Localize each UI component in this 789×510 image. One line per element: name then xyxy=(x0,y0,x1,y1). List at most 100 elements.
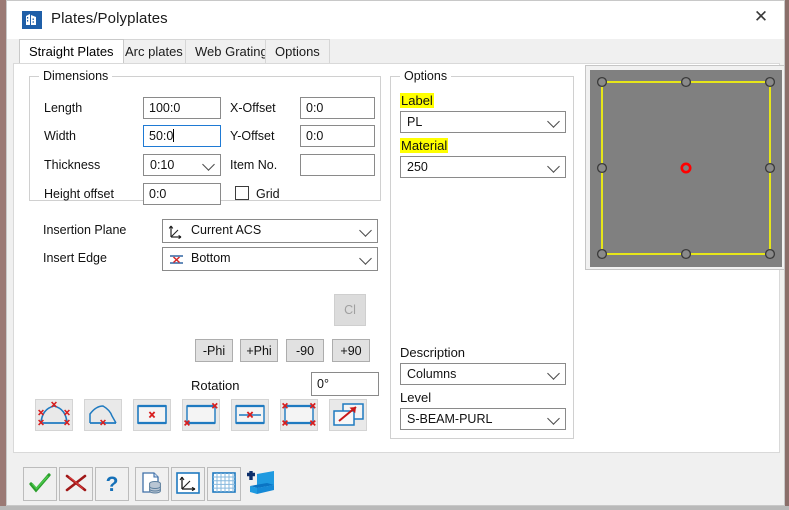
rotation-label: Rotation xyxy=(191,378,240,393)
y-offset-value: 0:0 xyxy=(306,129,324,143)
height-offset-input[interactable]: 0:0 xyxy=(143,183,221,205)
grid-checkbox[interactable] xyxy=(235,186,249,200)
shape-plate-midline-node-icon[interactable] xyxy=(231,399,269,431)
plus-90-button[interactable]: +90 xyxy=(332,339,370,362)
help-button[interactable]: ? xyxy=(95,467,129,501)
width-label: Width xyxy=(44,129,76,143)
chevron-down-icon xyxy=(359,252,372,265)
y-offset-input[interactable]: 0:0 xyxy=(300,125,375,147)
plate-preview-canvas xyxy=(590,70,782,267)
level-value: S-BEAM-PURL xyxy=(407,412,493,426)
grid-label: Grid xyxy=(256,187,280,201)
tab-label: Web Grating xyxy=(195,44,268,59)
item-no-input[interactable] xyxy=(300,154,375,176)
insertion-plane-label: Insertion Plane xyxy=(43,223,127,237)
tab-options[interactable]: Options xyxy=(265,39,330,63)
tab-label: Options xyxy=(275,44,320,59)
ok-button[interactable] xyxy=(23,467,57,501)
thickness-value: 0:10 xyxy=(150,158,175,172)
minus-phi-label: -Phi xyxy=(202,343,226,358)
tab-bar: Straight Plates Arc plates Web Grating O… xyxy=(7,39,784,63)
document-database-icon xyxy=(140,471,164,497)
x-offset-value: 0:0 xyxy=(306,101,324,115)
building-icon xyxy=(22,10,42,30)
window-title: Plates/Polyplates xyxy=(51,10,168,27)
close-button[interactable]: ✕ xyxy=(738,1,784,33)
rotation-input[interactable]: 0° xyxy=(311,372,379,396)
width-input[interactable]: 50:0 xyxy=(143,125,221,147)
insert-edge-select[interactable]: Bottom xyxy=(162,247,378,271)
chevron-down-icon xyxy=(547,115,560,128)
shape-plate-corner-nodes-icon[interactable] xyxy=(182,399,220,431)
blue-question-icon: ? xyxy=(105,472,119,496)
chevron-down-icon xyxy=(202,158,215,171)
tab-web-grating[interactable]: Web Grating xyxy=(185,39,278,63)
shape-plate-all-corner-nodes-icon[interactable] xyxy=(280,399,318,431)
tab-label: Straight Plates xyxy=(29,44,114,59)
insertion-plane-value: Current ACS xyxy=(191,223,262,237)
blue-plate-3d-icon xyxy=(245,469,275,500)
tab-straight-plates[interactable]: Straight Plates xyxy=(19,39,124,63)
thickness-label: Thickness xyxy=(44,158,101,172)
shape-plate-move-copy-icon[interactable] xyxy=(329,399,367,431)
screen: Plates/Polyplates ✕ Straight Plates Arc … xyxy=(0,0,789,510)
acs-button[interactable] xyxy=(171,467,205,501)
length-value: 100:0 xyxy=(149,101,181,115)
plus-90-label: +90 xyxy=(340,343,362,358)
material-value: 250 xyxy=(407,160,428,174)
green-check-icon xyxy=(29,472,51,496)
plates-polyplates-dialog: Plates/Polyplates ✕ Straight Plates Arc … xyxy=(6,0,785,506)
label-select[interactable]: PL xyxy=(400,111,566,133)
plus-phi-button[interactable]: +Phi xyxy=(240,339,278,362)
grid-table-icon xyxy=(212,472,236,496)
dimensions-group-title: Dimensions xyxy=(39,69,113,83)
shape-polyplate-arc-nodes-icon[interactable] xyxy=(35,399,73,431)
text-cursor xyxy=(173,129,175,142)
level-select[interactable]: S-BEAM-PURL xyxy=(400,408,566,430)
plate-3d-button[interactable] xyxy=(243,467,277,501)
level-field-label: Level xyxy=(400,390,432,405)
x-offset-label: X-Offset xyxy=(230,101,276,115)
edge-marker-icon xyxy=(168,251,186,267)
length-input[interactable]: 100:0 xyxy=(143,97,221,119)
width-value: 50:0 xyxy=(149,129,174,143)
description-field-label: Description xyxy=(400,345,466,360)
shape-plate-center-node-icon[interactable] xyxy=(133,399,171,431)
insert-edge-value: Bottom xyxy=(191,251,231,265)
minus-phi-button[interactable]: -Phi xyxy=(195,339,233,362)
chevron-down-icon xyxy=(547,160,560,173)
cancel-button[interactable] xyxy=(59,467,93,501)
material-select[interactable]: 250 xyxy=(400,156,566,178)
height-offset-label: Height offset xyxy=(44,187,114,201)
item-no-label: Item No. xyxy=(230,158,278,172)
x-offset-input[interactable]: 0:0 xyxy=(300,97,375,119)
clear-button[interactable]: Cl xyxy=(334,294,366,326)
label-value: PL xyxy=(407,115,423,129)
plus-phi-label: +Phi xyxy=(246,343,272,358)
material-field-label: Material xyxy=(400,138,449,153)
options-group-title: Options xyxy=(400,69,452,83)
acs-axis-icon xyxy=(168,223,186,240)
description-value: Columns xyxy=(407,367,457,381)
grid-button[interactable] xyxy=(207,467,241,501)
desktop-background-bottom xyxy=(0,506,789,510)
minus-90-label: -90 xyxy=(295,343,315,358)
minus-90-button[interactable]: -90 xyxy=(286,339,324,362)
label-field-label: Label xyxy=(400,93,434,108)
insertion-plane-select[interactable]: Current ACS xyxy=(162,219,378,243)
chevron-down-icon xyxy=(547,412,560,425)
options-group: Options Label PL Material 250 Descriptio… xyxy=(390,69,574,439)
dimensions-group: Dimensions Length 100:0 X-Offset 0:0 Wid… xyxy=(29,69,381,205)
chevron-down-icon xyxy=(359,224,372,237)
description-select[interactable]: Columns xyxy=(400,363,566,385)
title-bar: Plates/Polyplates ✕ xyxy=(7,1,784,40)
plate-preview[interactable] xyxy=(585,65,785,270)
shape-polyplate-bottom-node-icon[interactable] xyxy=(84,399,122,431)
clear-button-label: Cl xyxy=(344,303,356,317)
height-offset-value: 0:0 xyxy=(149,187,167,201)
axis-frame-icon xyxy=(176,471,200,497)
database-button[interactable] xyxy=(135,467,169,501)
close-icon: ✕ xyxy=(753,6,769,27)
thickness-select[interactable]: 0:10 xyxy=(143,154,221,176)
tab-arc-plates[interactable]: Arc plates xyxy=(115,39,193,63)
